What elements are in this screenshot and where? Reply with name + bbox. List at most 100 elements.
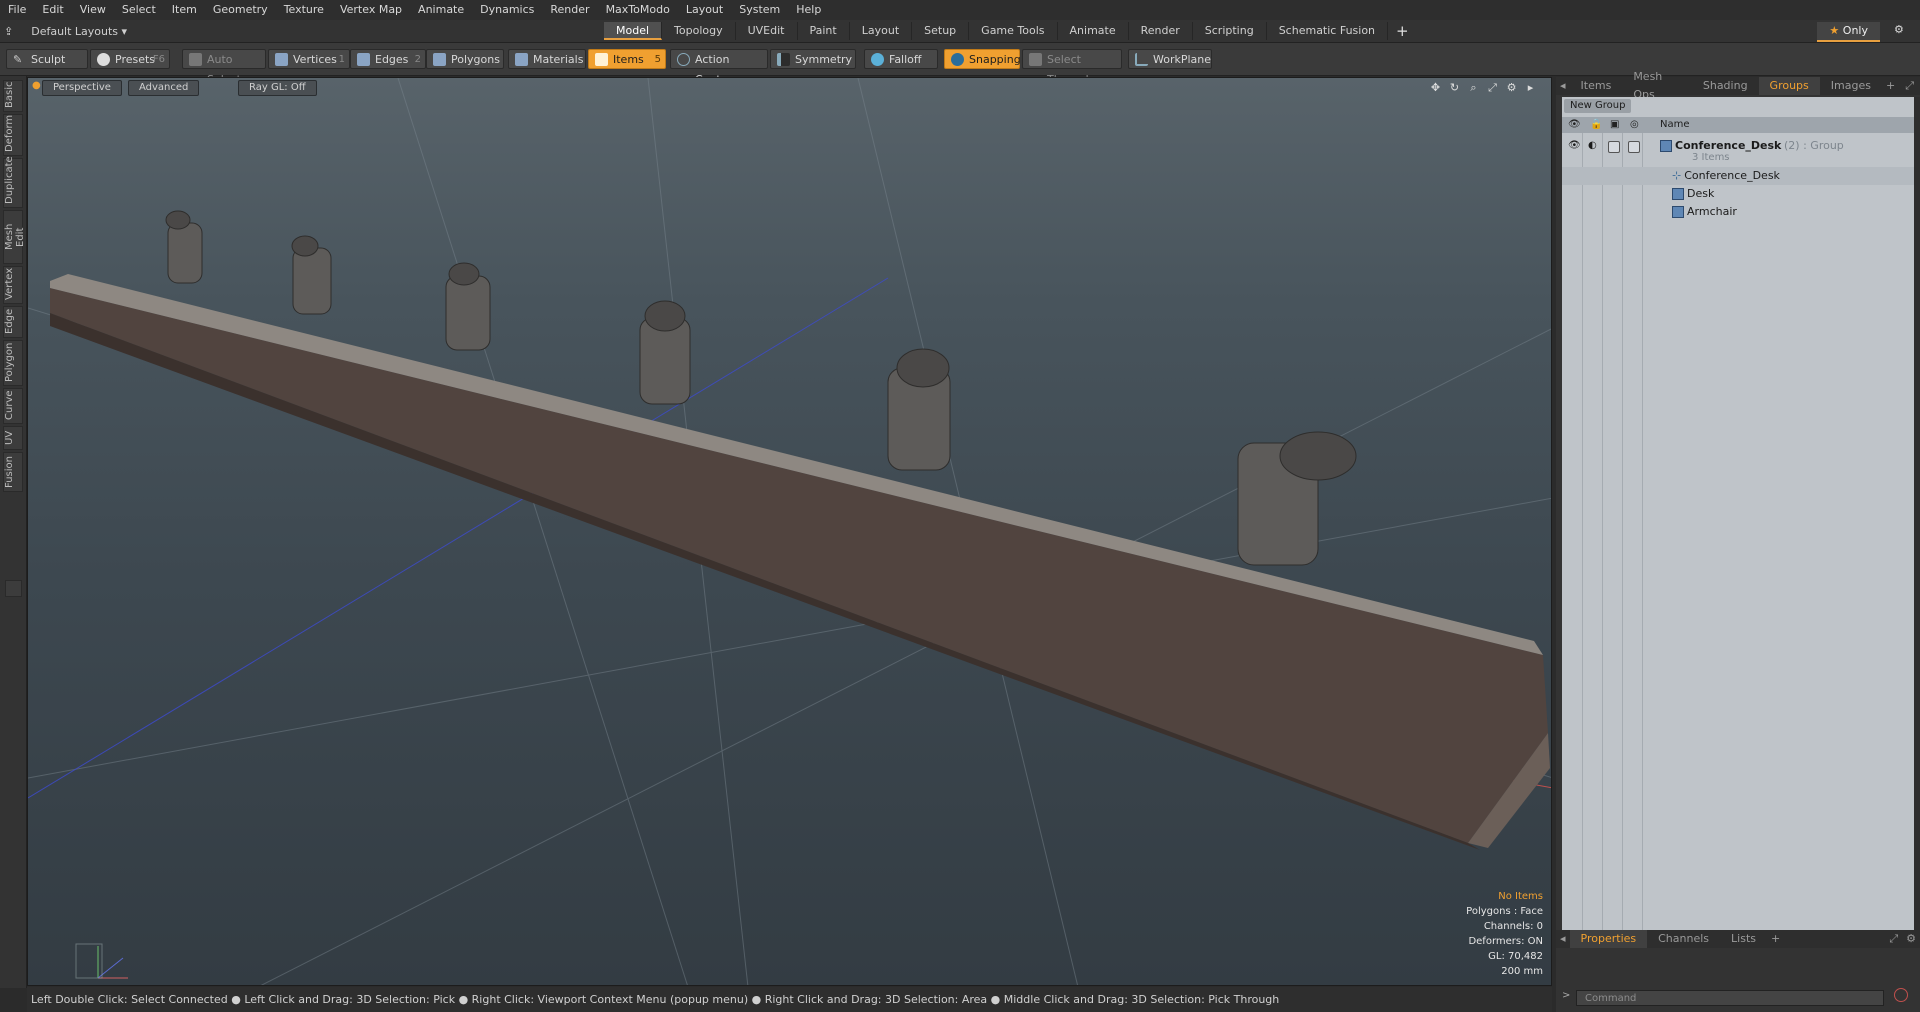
- zoom-icon[interactable]: ⌕: [1467, 81, 1480, 94]
- list-item[interactable]: Armchair: [1562, 203, 1914, 221]
- sculpt-label: Sculpt: [31, 53, 66, 66]
- edges-button[interactable]: Edges 2: [350, 49, 426, 69]
- add-tab-icon[interactable]: +: [1388, 22, 1417, 40]
- new-group-button[interactable]: New Group: [1564, 99, 1632, 113]
- menu-geometry[interactable]: Geometry: [205, 0, 276, 20]
- menu-dynamics[interactable]: Dynamics: [472, 0, 542, 20]
- tab-channels[interactable]: Channels: [1647, 930, 1720, 948]
- tab-properties[interactable]: Properties: [1569, 930, 1648, 948]
- gear-icon[interactable]: ⚙: [1902, 930, 1920, 948]
- vtab-duplicate[interactable]: Duplicate: [3, 156, 23, 208]
- list-item[interactable]: ⊹ Conference_Desk: [1562, 167, 1914, 185]
- right-panel: ◂ Items Mesh Ops Shading Groups Images +…: [1556, 70, 1920, 1012]
- layout-selector[interactable]: ⇪ Default Layouts ▾: [4, 20, 127, 42]
- expand-icon[interactable]: ⤢: [1885, 930, 1902, 948]
- gl-info: GL: 70,482: [1488, 951, 1543, 962]
- vtab-fusion[interactable]: Fusion: [3, 452, 23, 492]
- tab-setup[interactable]: Setup: [912, 22, 970, 40]
- tab-render[interactable]: Render: [1129, 22, 1193, 40]
- tab-game-tools[interactable]: Game Tools: [969, 22, 1058, 40]
- menu-animate[interactable]: Animate: [410, 0, 472, 20]
- menu-help[interactable]: Help: [788, 0, 829, 20]
- viewport-settings-icon[interactable]: ⚙: [1505, 81, 1518, 94]
- tab-model[interactable]: Model: [604, 22, 663, 40]
- only-button[interactable]: ★ Only: [1817, 22, 1880, 42]
- symmetry-button[interactable]: Symmetry: [770, 49, 856, 69]
- visibility-column-icon[interactable]: 👁: [1568, 119, 1581, 130]
- menu-texture[interactable]: Texture: [276, 0, 332, 20]
- vtab-polygon[interactable]: Polygon: [3, 340, 23, 386]
- maximize-icon[interactable]: ⤢: [1486, 81, 1499, 94]
- workplane-button[interactable]: WorkPlane: [1128, 49, 1212, 69]
- menu-view[interactable]: View: [72, 0, 114, 20]
- materials-button[interactable]: Materials: [508, 49, 586, 69]
- select-through-button[interactable]: Select Through: [1022, 49, 1122, 86]
- menu-system[interactable]: System: [731, 0, 788, 20]
- tab-lists[interactable]: Lists: [1720, 930, 1767, 948]
- snapping-button[interactable]: Snapping: [944, 49, 1021, 69]
- tab-topology[interactable]: Topology: [662, 22, 736, 40]
- tab-layout[interactable]: Layout: [850, 22, 913, 40]
- menu-file[interactable]: File: [0, 0, 34, 20]
- menu-vertex-map[interactable]: Vertex Map: [332, 0, 410, 20]
- vertices-button[interactable]: Vertices 1: [268, 49, 350, 69]
- menu-edit[interactable]: Edit: [34, 0, 71, 20]
- shading-mode-button[interactable]: Advanced: [128, 80, 200, 96]
- polygons-info: Polygons : Face: [1466, 906, 1543, 917]
- tab-animate[interactable]: Animate: [1058, 22, 1129, 40]
- 3d-viewport[interactable]: ● Perspective Advanced Ray GL: Off ✥ ↻ ⌕…: [27, 77, 1552, 986]
- render-column-icon[interactable]: ◎: [1630, 119, 1639, 130]
- auto-select-button[interactable]: Auto Select: [182, 49, 266, 86]
- menu-item[interactable]: Item: [164, 0, 205, 20]
- vtab-deform[interactable]: Deform: [3, 114, 23, 156]
- panel-menu-icon[interactable]: ◂: [1556, 77, 1570, 95]
- pan-icon[interactable]: ✥: [1429, 81, 1442, 94]
- menu-layout[interactable]: Layout: [678, 0, 731, 20]
- vtab-basic[interactable]: Basic: [3, 80, 23, 112]
- tab-paint[interactable]: Paint: [798, 22, 850, 40]
- tab-groups[interactable]: Groups: [1758, 77, 1820, 95]
- viewport-nav-tools: ✥ ↻ ⌕ ⤢ ⚙ ▸: [1429, 81, 1537, 94]
- layout-toggle-icon[interactable]: ⇪: [4, 25, 13, 38]
- list-item[interactable]: Desk: [1562, 185, 1914, 203]
- sculpt-button[interactable]: ✎ Sculpt: [6, 49, 88, 69]
- action-center-button[interactable]: Action Center: [670, 49, 768, 86]
- gear-icon[interactable]: ⚙: [1894, 23, 1910, 39]
- vtab-edge[interactable]: Edge: [3, 306, 23, 338]
- expand-panel-icon[interactable]: [5, 580, 22, 597]
- tab-items[interactable]: Items: [1570, 77, 1623, 95]
- polygons-button[interactable]: Polygons: [426, 49, 504, 69]
- vtab-mesh-edit[interactable]: Mesh Edit: [3, 210, 26, 264]
- falloff-button[interactable]: Falloff: [864, 49, 938, 69]
- add-tab-icon[interactable]: +: [1767, 930, 1784, 948]
- menu-select[interactable]: Select: [114, 0, 164, 20]
- viewport-more-icon[interactable]: ▸: [1524, 81, 1537, 94]
- brush-icon: ✎: [13, 53, 23, 66]
- expand-icon[interactable]: ⤢: [1899, 77, 1920, 95]
- name-column-header[interactable]: Name: [1660, 117, 1690, 133]
- groups-scrollbar[interactable]: [1914, 97, 1920, 999]
- tab-scripting[interactable]: Scripting: [1193, 22, 1267, 40]
- tab-schematic-fusion[interactable]: Schematic Fusion: [1267, 22, 1389, 40]
- vtab-vertex[interactable]: Vertex: [3, 266, 23, 304]
- vtab-uv[interactable]: UV: [3, 426, 23, 450]
- status-bar: Left Double Click: Select Connected ● Le…: [27, 987, 1552, 1012]
- tab-images[interactable]: Images: [1820, 77, 1882, 95]
- view-mode-button[interactable]: Perspective: [42, 80, 122, 96]
- tab-shading[interactable]: Shading: [1692, 77, 1759, 95]
- command-input[interactable]: Command: [1576, 990, 1884, 1006]
- viewport-menu-icon[interactable]: ●: [32, 80, 41, 91]
- add-tab-icon[interactable]: +: [1882, 77, 1899, 95]
- tab-uvedit[interactable]: UVEdit: [736, 22, 798, 40]
- menu-maxtomodo[interactable]: MaxToModo: [598, 0, 678, 20]
- items-button[interactable]: Items 5: [588, 49, 666, 69]
- vtab-curve[interactable]: Curve: [3, 388, 23, 424]
- rotate-icon[interactable]: ↻: [1448, 81, 1461, 94]
- panel-menu-icon[interactable]: ◂: [1556, 930, 1570, 948]
- menu-render[interactable]: Render: [542, 0, 597, 20]
- presets-button[interactable]: Presets F6: [90, 49, 170, 69]
- raygl-button[interactable]: Ray GL: Off: [238, 80, 317, 96]
- lock-column-icon[interactable]: 🔒: [1590, 119, 1602, 130]
- record-icon[interactable]: [1894, 988, 1908, 1002]
- select-column-icon[interactable]: ▣: [1610, 119, 1619, 130]
